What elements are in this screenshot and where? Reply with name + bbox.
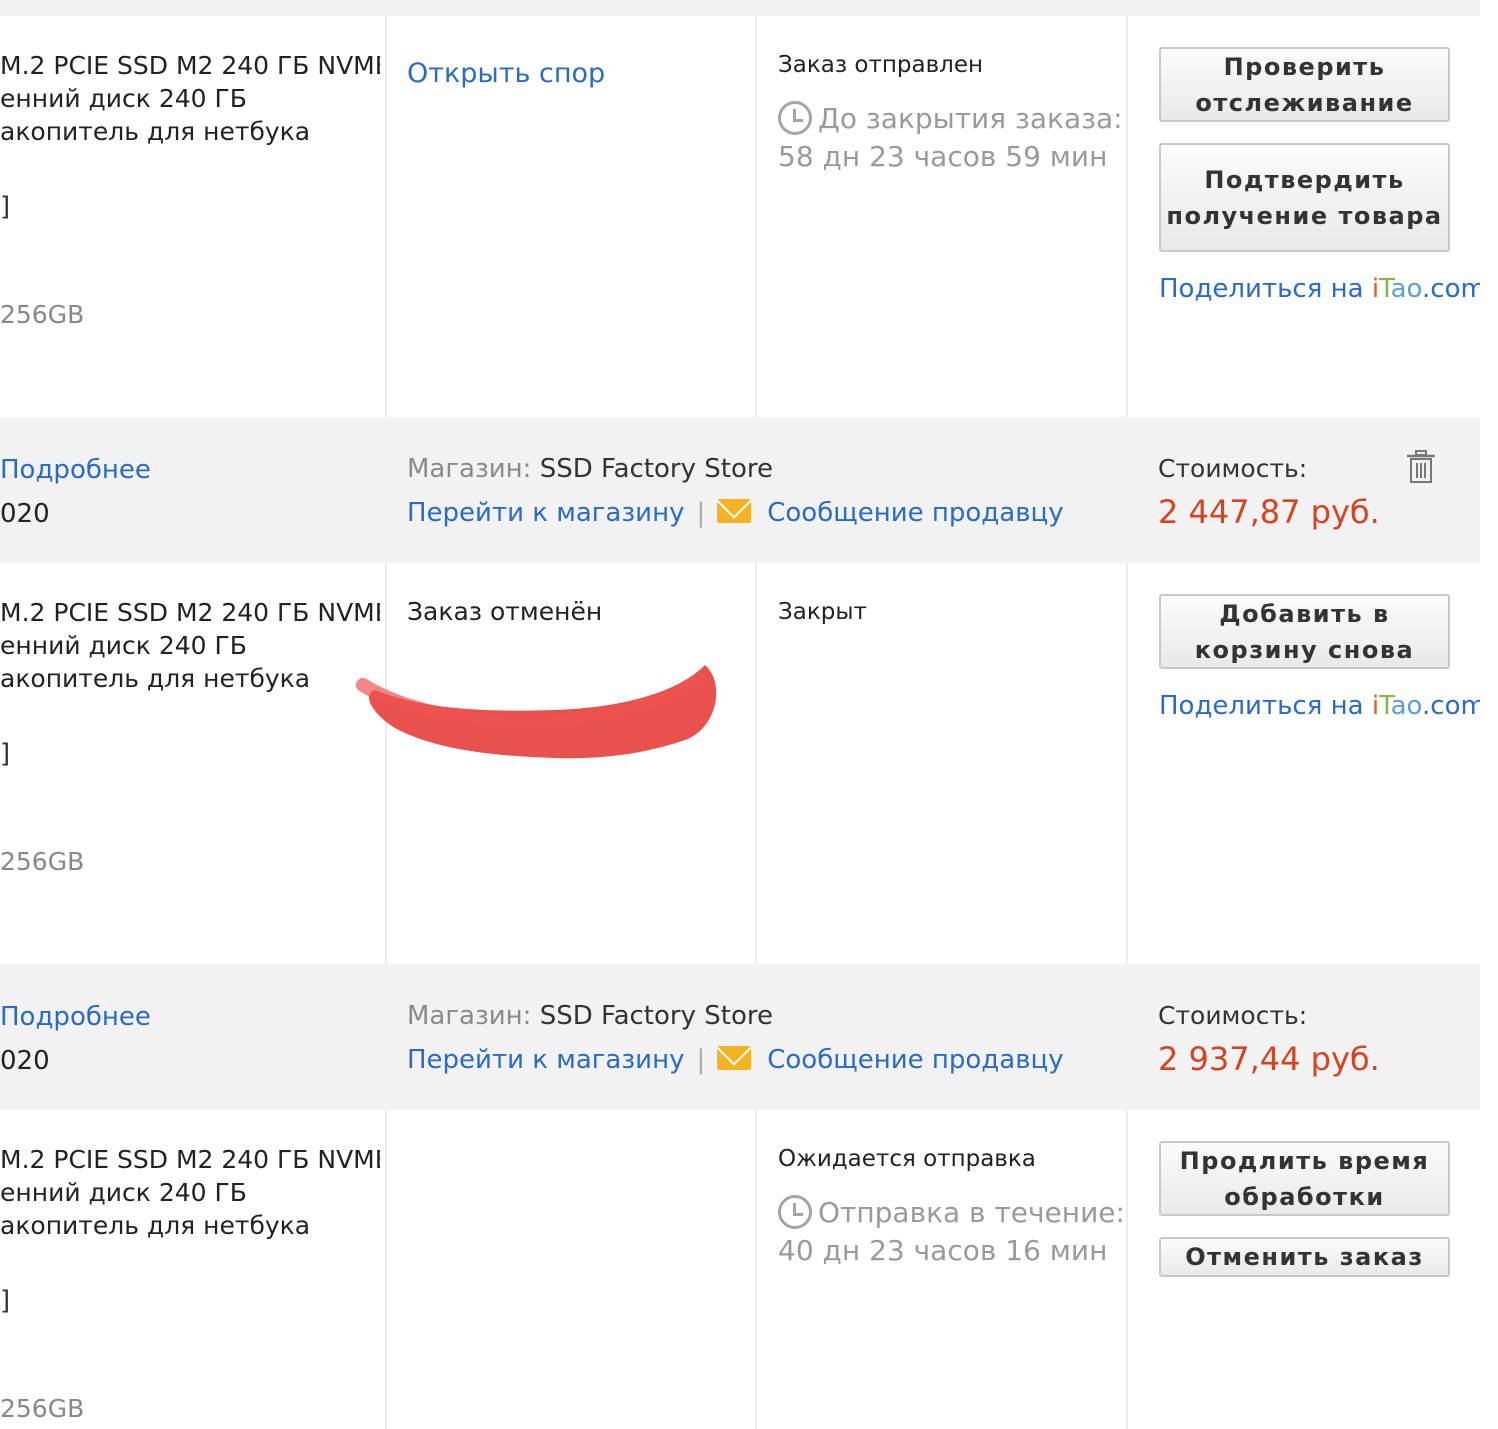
envelope-icon (717, 1046, 752, 1070)
order-timer: До закрытия заказа: 58 дн 23 часов 59 ми… (778, 100, 1123, 176)
message-seller-link[interactable]: Сообщение продавцу (767, 498, 1063, 528)
product-title-line: енний диск 240 ГБ (0, 1178, 247, 1207)
order-timer: Отправка в течение: 40 дн 23 часов 16 ми… (778, 1194, 1125, 1270)
open-dispute-link[interactable]: Открыть спор (407, 58, 605, 89)
timer-value: 58 дн 23 часов 59 мин (778, 140, 1108, 173)
order-item-row: M.2 PCIE SSD M2 240 ГБ NVME енний диск 2… (0, 16, 1486, 417)
product-title-line: акопитель для нетбука (0, 117, 311, 146)
cancel-note: Заказ отменён (407, 597, 603, 626)
envelope-icon (717, 499, 752, 523)
add-to-cart-again-button[interactable]: Добавить в корзину снова (1159, 594, 1450, 669)
product-variant: 256GB (0, 847, 85, 876)
column-divider (755, 563, 757, 964)
separator: | (696, 498, 706, 528)
order-status: Ожидается отправка (778, 1146, 1036, 1172)
order-status: Заказ отправлен (778, 52, 984, 78)
order-header: Подробнее 020 Магазин: SSD Factory Store… (0, 964, 1480, 1110)
product-variant: 256GB (0, 1394, 85, 1423)
product-bracket: ] (0, 192, 11, 222)
top-strip (0, 0, 1480, 16)
order-header: Подробнее 020 Магазин: SSD Factory Store… (0, 417, 1480, 563)
product-title-line: енний диск 240 ГБ (0, 84, 247, 113)
column-divider (385, 1110, 387, 1429)
order-details-link[interactable]: Подробнее (0, 455, 151, 485)
go-to-store-link[interactable]: Перейти к магазину (407, 498, 684, 528)
column-divider (1126, 16, 1128, 417)
cancel-order-button[interactable]: Отменить заказ (1159, 1237, 1450, 1277)
message-seller-link[interactable]: Сообщение продавцу (767, 1045, 1063, 1075)
share-itao-link[interactable]: Поделиться на iTao.com (1159, 274, 1486, 304)
order-date: 020 (0, 1046, 50, 1076)
store-actions: Перейти к магазину | Сообщение продавцу (407, 1045, 1064, 1075)
product-title-line[interactable]: M.2 PCIE SSD M2 240 ГБ NVME (0, 1143, 380, 1176)
timer-value: 40 дн 23 часов 16 мин (778, 1234, 1108, 1267)
column-divider (755, 1110, 757, 1429)
product-title-line[interactable]: M.2 PCIE SSD M2 240 ГБ NVME (0, 49, 380, 82)
order-date: 020 (0, 499, 50, 529)
order-cost: 2 937,44 руб. (1158, 1040, 1380, 1078)
product-variant: 256GB (0, 300, 85, 329)
check-tracking-button[interactable]: Проверить отслеживание (1159, 47, 1450, 122)
column-divider (385, 16, 387, 417)
clock-icon (778, 101, 812, 135)
column-divider (755, 16, 757, 417)
clock-icon (778, 1195, 812, 1229)
share-itao-link[interactable]: Поделиться на iTao.com (1159, 691, 1486, 721)
extend-processing-time-button[interactable]: Продлить время обработки (1159, 1141, 1450, 1216)
store-info: Магазин: SSD Factory Store (407, 1001, 773, 1031)
product-title-line: акопитель для нетбука (0, 1211, 311, 1240)
product-bracket: ] (0, 1286, 11, 1316)
order-details-link[interactable]: Подробнее (0, 1002, 151, 1032)
right-margin (1480, 0, 1498, 1429)
timer-label: До закрытия заказа: (818, 102, 1123, 135)
store-actions: Перейти к магазину | Сообщение продавцу (407, 498, 1064, 528)
redaction-scribble (356, 665, 717, 759)
store-name: SSD Factory Store (539, 1001, 773, 1031)
trash-icon[interactable] (1406, 450, 1436, 484)
go-to-store-link[interactable]: Перейти к магазину (407, 1045, 684, 1075)
cost-label: Стоимость: (1158, 1001, 1308, 1030)
separator: | (696, 1045, 706, 1075)
order-cost: 2 447,87 руб. (1158, 493, 1380, 531)
confirm-receipt-button[interactable]: Подтвердить получение товара (1159, 143, 1450, 252)
column-divider (1126, 1110, 1128, 1429)
store-info: Магазин: SSD Factory Store (407, 454, 773, 484)
store-name: SSD Factory Store (539, 454, 773, 484)
cost-label: Стоимость: (1158, 454, 1308, 483)
product-title-line: енний диск 240 ГБ (0, 631, 247, 660)
product-bracket: ] (0, 739, 11, 769)
timer-label: Отправка в течение: (818, 1196, 1125, 1229)
column-divider (1126, 563, 1128, 964)
order-item-row: M.2 PCIE SSD M2 240 ГБ NVME енний диск 2… (0, 563, 1486, 964)
product-title-line: акопитель для нетбука (0, 664, 311, 693)
order-status: Закрыт (778, 599, 867, 625)
product-title-line[interactable]: M.2 PCIE SSD M2 240 ГБ NVME (0, 596, 380, 629)
order-item-row: M.2 PCIE SSD M2 240 ГБ NVME енний диск 2… (0, 1110, 1480, 1429)
